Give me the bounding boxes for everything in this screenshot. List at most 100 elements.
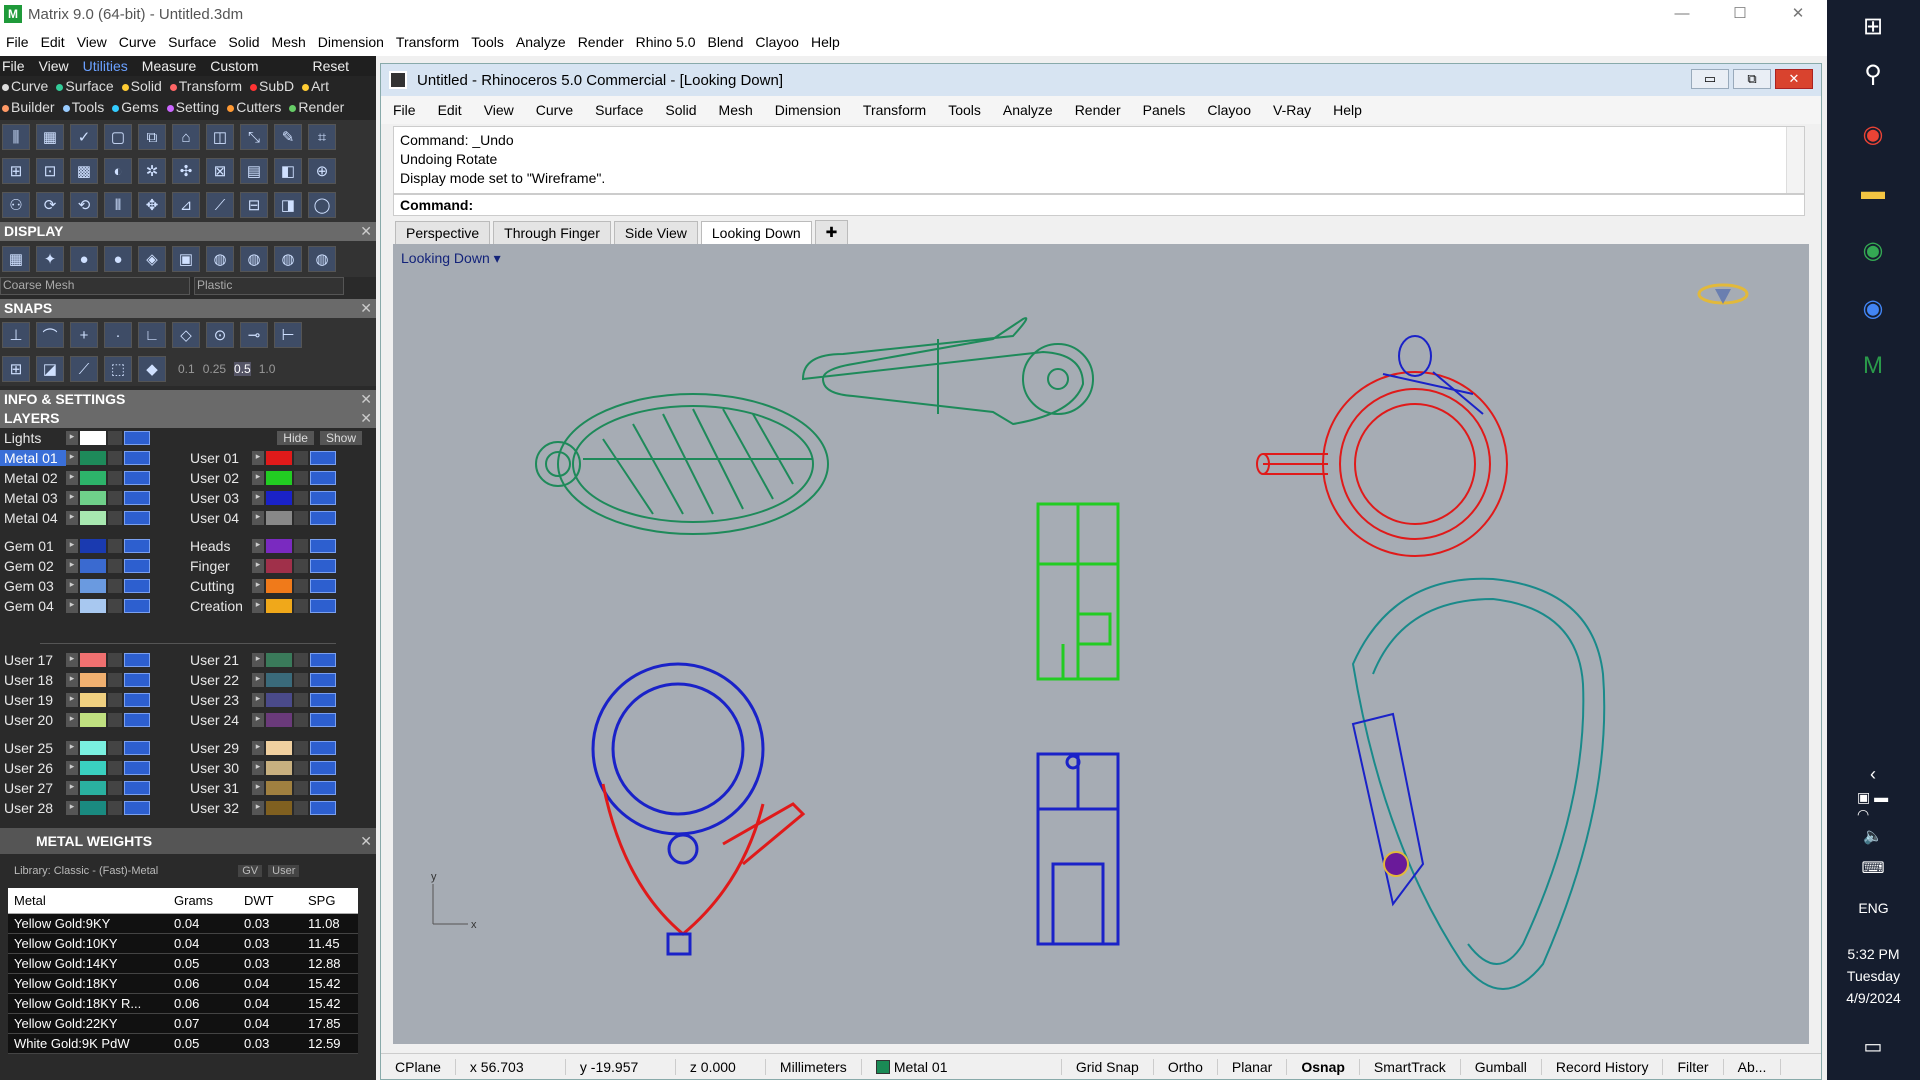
layer-name[interactable]: Gem 03 <box>0 578 66 594</box>
lock-icon[interactable] <box>294 781 308 795</box>
rhino-menu-item[interactable]: Curve <box>536 102 573 118</box>
tool-icon[interactable]: ◫ <box>206 124 234 150</box>
gem-gumball-icon[interactable] <box>1697 283 1749 305</box>
table-row[interactable]: Yellow Gold:22KY 0.07 0.04 17.85 <box>8 1014 358 1034</box>
layer-name[interactable]: User 18 <box>0 672 66 688</box>
chrome-icon[interactable]: ◉ <box>1857 234 1889 266</box>
layer-name[interactable]: User 19 <box>0 692 66 708</box>
tool-icon[interactable]: ⊡ <box>36 158 64 184</box>
lock-icon[interactable] <box>108 673 122 687</box>
chrome-icon[interactable]: ◉ <box>1857 118 1889 150</box>
expand-icon[interactable]: ▸ <box>66 741 78 755</box>
layer-visibility-toggle[interactable] <box>124 761 150 775</box>
clock-date[interactable]: 4/9/2024 <box>1827 990 1920 1006</box>
layer-color[interactable] <box>266 539 292 553</box>
tool-icon[interactable]: ⊕ <box>308 158 336 184</box>
rhino-menu-item[interactable]: Solid <box>665 102 696 118</box>
snap-int-icon[interactable]: ⊢ <box>274 322 302 348</box>
lock-icon[interactable] <box>108 471 122 485</box>
layer-name[interactable]: User 21 <box>186 652 252 668</box>
toggle-ortho[interactable]: Ortho <box>1154 1058 1218 1075</box>
lock-icon[interactable] <box>108 713 122 727</box>
layer-name[interactable]: User 24 <box>186 712 252 728</box>
snap-near-icon[interactable]: ⌒ <box>36 322 64 348</box>
layer-color[interactable] <box>80 451 106 465</box>
layer-visibility-toggle[interactable] <box>310 539 336 553</box>
layer-name[interactable]: User 04 <box>186 510 252 526</box>
expand-icon[interactable]: ▸ <box>252 653 264 667</box>
layer-color[interactable] <box>80 599 106 613</box>
menu-item[interactable]: Edit <box>41 34 65 50</box>
clock-day[interactable]: Tuesday <box>1827 968 1920 984</box>
toggle-gumball[interactable]: Gumball <box>1461 1058 1542 1075</box>
layer-visibility-toggle[interactable] <box>124 801 150 815</box>
maximize-button[interactable]: ☐ <box>1711 0 1769 28</box>
expand-icon[interactable]: ▸ <box>252 491 264 505</box>
rhino-menu-item[interactable]: View <box>484 102 514 118</box>
layer-visibility-toggle[interactable] <box>124 599 150 613</box>
layer-visibility-toggle[interactable] <box>124 511 150 525</box>
add-tab-icon[interactable]: ✚ <box>814 220 849 244</box>
display-section-header[interactable]: DISPLAY ✕ <box>0 222 376 241</box>
current-layer[interactable]: Metal 01 <box>862 1058 1062 1075</box>
rhino-menu-item[interactable]: Edit <box>438 102 462 118</box>
layers-header[interactable]: LAYERS ✕ <box>0 409 376 428</box>
layer-name[interactable]: User 20 <box>0 712 66 728</box>
rhino-menu-item[interactable]: Surface <box>595 102 643 118</box>
material-sphere-icon[interactable]: ◍ <box>206 246 234 272</box>
rhino-menu-item[interactable]: Mesh <box>719 102 753 118</box>
layer-visibility-toggle[interactable] <box>310 559 336 573</box>
toggle-about[interactable]: Ab... <box>1724 1058 1782 1075</box>
expand-icon[interactable]: ▸ <box>66 801 78 815</box>
expand-icon[interactable]: ▸ <box>252 511 264 525</box>
expand-icon[interactable]: ▸ <box>252 471 264 485</box>
tool-icon[interactable]: ⫼ <box>2 124 30 150</box>
layer-name[interactable]: User 32 <box>186 800 252 816</box>
rhino-menu-item[interactable]: Clayoo <box>1207 102 1251 118</box>
layer-name[interactable]: User 03 <box>186 490 252 506</box>
windows-start-icon[interactable]: ⊞ <box>1857 10 1889 42</box>
expand-icon[interactable]: ▸ <box>252 713 264 727</box>
lock-icon[interactable] <box>294 491 308 505</box>
layer-name[interactable]: Metal 04 <box>0 510 66 526</box>
tool-icon[interactable]: ⟋ <box>70 356 98 382</box>
layer-color[interactable] <box>80 559 106 573</box>
circle-icon[interactable]: ◯ <box>308 192 336 218</box>
layer-color[interactable] <box>80 471 106 485</box>
cat-curve[interactable]: Curve <box>2 78 48 99</box>
cat-tools[interactable]: Tools <box>62 99 104 120</box>
layer-visibility-toggle[interactable] <box>310 693 336 707</box>
tool-icon[interactable]: ⌂ <box>172 124 200 150</box>
tool-icon[interactable]: ⫴ <box>104 192 132 218</box>
layer-visibility-toggle[interactable] <box>124 741 150 755</box>
lock-icon[interactable] <box>108 761 122 775</box>
tool-icon[interactable]: ⌗ <box>308 124 336 150</box>
layer-color[interactable] <box>80 761 106 775</box>
table-row[interactable]: Yellow Gold:9KY 0.04 0.03 11.08 <box>8 914 358 934</box>
tool-icon[interactable]: ▢ <box>104 124 132 150</box>
layer-name[interactable]: User 17 <box>0 652 66 668</box>
layer-name[interactable]: Gem 02 <box>0 558 66 574</box>
layer-name[interactable]: User 30 <box>186 760 252 776</box>
menu-item[interactable]: File <box>6 34 29 50</box>
layer-visibility-toggle[interactable] <box>124 673 150 687</box>
tab-looking-down[interactable]: Looking Down <box>700 221 812 244</box>
lock-icon[interactable] <box>294 599 308 613</box>
layer-color[interactable] <box>80 801 106 815</box>
chrome-icon[interactable]: ◉ <box>1857 292 1889 324</box>
rhino-menu-item[interactable]: Tools <box>948 102 981 118</box>
cat-solid[interactable]: Solid <box>121 78 162 99</box>
left-menu-custom[interactable]: Custom <box>210 58 258 74</box>
layer-visibility-toggle[interactable] <box>124 579 150 593</box>
snap-value[interactable]: 0.25 <box>203 362 226 376</box>
layer-color[interactable] <box>80 491 106 505</box>
mesh-select[interactable]: Coarse Mesh <box>0 277 190 295</box>
table-row[interactable]: Yellow Gold:18KY 0.06 0.04 15.42 <box>8 974 358 994</box>
rhino-menu-item[interactable]: Dimension <box>775 102 841 118</box>
rhino-menu-item[interactable]: V-Ray <box>1273 102 1311 118</box>
display-mode-icon[interactable]: ◈ <box>138 246 166 272</box>
tool-icon[interactable]: ◐ <box>104 158 132 184</box>
toggle-record-history[interactable]: Record History <box>1542 1058 1664 1075</box>
green-oval-part[interactable] <box>535 393 829 535</box>
expand-icon[interactable]: ▸ <box>252 539 264 553</box>
